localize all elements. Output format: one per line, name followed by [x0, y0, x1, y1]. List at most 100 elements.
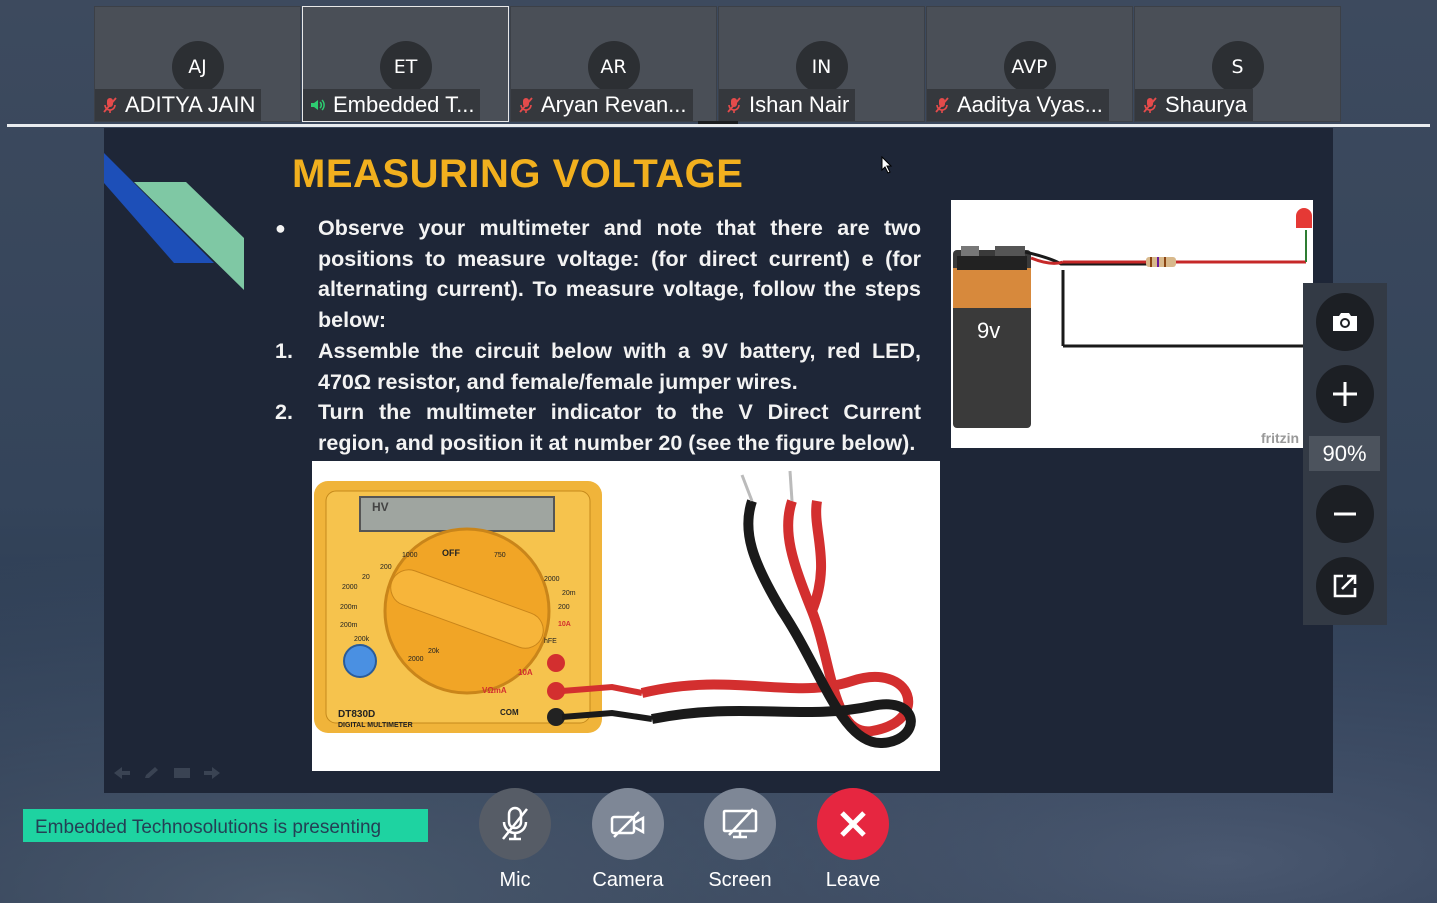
next-slide-icon[interactable]	[202, 766, 222, 780]
participant-tile[interactable]: AR Aryan Revan...	[510, 6, 717, 122]
screen-share-off-icon	[722, 808, 758, 839]
slide-nav	[112, 766, 222, 780]
prev-slide-icon[interactable]	[112, 766, 132, 780]
meter-model: DT830D	[338, 709, 375, 720]
dial-label: 2000	[544, 576, 560, 583]
dial-label: 750	[494, 552, 506, 559]
mic-muted-icon	[519, 97, 533, 113]
battery-label: 9v	[977, 318, 1000, 343]
mic-muted-icon	[103, 97, 117, 113]
slides-grid-icon[interactable]	[172, 766, 192, 780]
step-number: 2.	[275, 400, 293, 425]
avatar: AJ	[171, 41, 224, 93]
dial-label: 2000	[342, 584, 358, 591]
close-icon	[840, 811, 866, 837]
zoom-panel: 90%	[1303, 283, 1387, 625]
mic-control[interactable]: Mic	[479, 788, 551, 892]
leave-label: Leave	[825, 869, 881, 891]
zoom-in-button[interactable]	[1316, 365, 1374, 423]
leave-button[interactable]	[817, 788, 889, 860]
slide-step: 2. Turn the multimeter indicator to the …	[275, 397, 921, 458]
camera-button[interactable]	[592, 788, 664, 860]
dial-label: 200m	[340, 604, 358, 611]
participant-name: Aryan Revan...	[541, 92, 687, 117]
participant-name: Shaurya	[1165, 92, 1247, 117]
dial-label: 200	[558, 604, 570, 611]
avatar: AR	[587, 41, 640, 93]
bullet-marker: ●	[275, 218, 286, 238]
step-text: Assemble the circuit below with a 9V bat…	[318, 338, 921, 394]
mic-muted-icon	[727, 97, 741, 113]
participant-namebar: Aryan Revan...	[511, 89, 693, 121]
meter-subtitle: DIGITAL MULTIMETER	[338, 722, 413, 729]
multimeter-illustration: HV OFF 1000 750 200 2000 20 200m 2000 20…	[314, 470, 916, 748]
screenshot-button[interactable]	[1316, 293, 1374, 351]
participant-namebar: Embedded T...	[303, 89, 481, 121]
shared-screen: MEASURING VOLTAGE ● Observe your multime…	[104, 128, 1333, 793]
mic-button[interactable]	[479, 788, 551, 860]
external-link-icon	[1333, 574, 1357, 598]
mic-label: Mic	[499, 869, 531, 891]
slide-bullet: ● Observe your multimeter and note that …	[275, 213, 921, 336]
mouse-cursor-icon	[881, 156, 893, 174]
participant-name: ADITYA JAIN	[125, 92, 256, 117]
dial-label: 10A	[558, 621, 571, 628]
participant-name: Aaditya Vyas...	[957, 92, 1103, 117]
participant-strip: AJ ADITYA JAIN ET Embedded T... AR Aryan…	[94, 6, 1342, 122]
avatar: AVP	[1003, 41, 1056, 93]
camera-control[interactable]: Camera	[592, 788, 664, 892]
mic-muted-icon	[935, 97, 949, 113]
dial-label: 20k	[428, 648, 440, 655]
participant-tile[interactable]: ET Embedded T...	[302, 6, 509, 122]
speaker-icon	[311, 99, 325, 111]
participant-tile[interactable]: IN Ishan Nair	[718, 6, 925, 122]
participant-namebar: Aaditya Vyas...	[927, 89, 1109, 121]
popout-button[interactable]	[1316, 557, 1374, 615]
screen-button[interactable]	[704, 788, 776, 860]
strip-divider[interactable]	[7, 124, 1430, 127]
slide-decoration	[104, 153, 244, 290]
presenting-text: Embedded Technosolutions is presenting	[35, 817, 382, 838]
pen-icon[interactable]	[142, 766, 162, 780]
participant-tile[interactable]: S Shaurya	[1134, 6, 1341, 122]
fritzing-watermark: fritzin	[1261, 430, 1299, 446]
participant-name: Embedded T...	[333, 92, 475, 117]
multimeter-image: HV OFF 1000 750 200 2000 20 200m 2000 20…	[312, 461, 940, 771]
dial-label: 200k	[354, 636, 370, 643]
mic-muted-icon	[1143, 97, 1157, 113]
port-label: COM	[500, 708, 519, 717]
camera-label: Camera	[592, 869, 664, 891]
dial-label: 20m	[562, 590, 576, 597]
port-label: 10A	[518, 668, 533, 677]
slide-step: 1. Assemble the circuit below with a 9V …	[275, 336, 921, 397]
circuit-image: 9v fritzin	[951, 200, 1313, 448]
step-text: Turn the multimeter indicator to the V D…	[318, 400, 921, 455]
mic-off-icon	[502, 806, 528, 841]
zoom-out-button[interactable]	[1316, 485, 1374, 543]
dial-label: 2000	[408, 656, 424, 663]
screen-control[interactable]: Screen	[704, 788, 776, 892]
dial-label: hFE	[544, 638, 557, 645]
avatar: ET	[379, 41, 432, 93]
screen-label: Screen	[708, 869, 772, 891]
participant-tile[interactable]: AJ ADITYA JAIN	[94, 6, 301, 122]
slide-body: ● Observe your multimeter and note that …	[275, 213, 921, 459]
strip-collapse-handle[interactable]	[698, 121, 738, 124]
participant-namebar: Shaurya	[1135, 89, 1253, 121]
avatar: S	[1211, 41, 1264, 93]
avatar: IN	[795, 41, 848, 93]
step-number: 1.	[275, 338, 293, 363]
leave-control[interactable]: Leave	[817, 788, 889, 892]
dial-label: 200m	[340, 622, 358, 629]
participant-name: Ishan Nair	[749, 92, 850, 117]
dial-label: 1000	[402, 552, 418, 559]
meter-screen-text: HV	[372, 500, 389, 514]
zoom-level: 90%	[1309, 436, 1380, 471]
minus-icon	[1334, 512, 1356, 516]
port-label: VΩmA	[482, 686, 507, 695]
camera-icon	[1333, 313, 1357, 331]
participant-tile[interactable]: AVP Aaditya Vyas...	[926, 6, 1133, 122]
participant-namebar: ADITYA JAIN	[95, 89, 262, 121]
dial-label: 20	[362, 574, 370, 581]
presenting-banner: Embedded Technosolutions is presenting	[23, 809, 428, 842]
